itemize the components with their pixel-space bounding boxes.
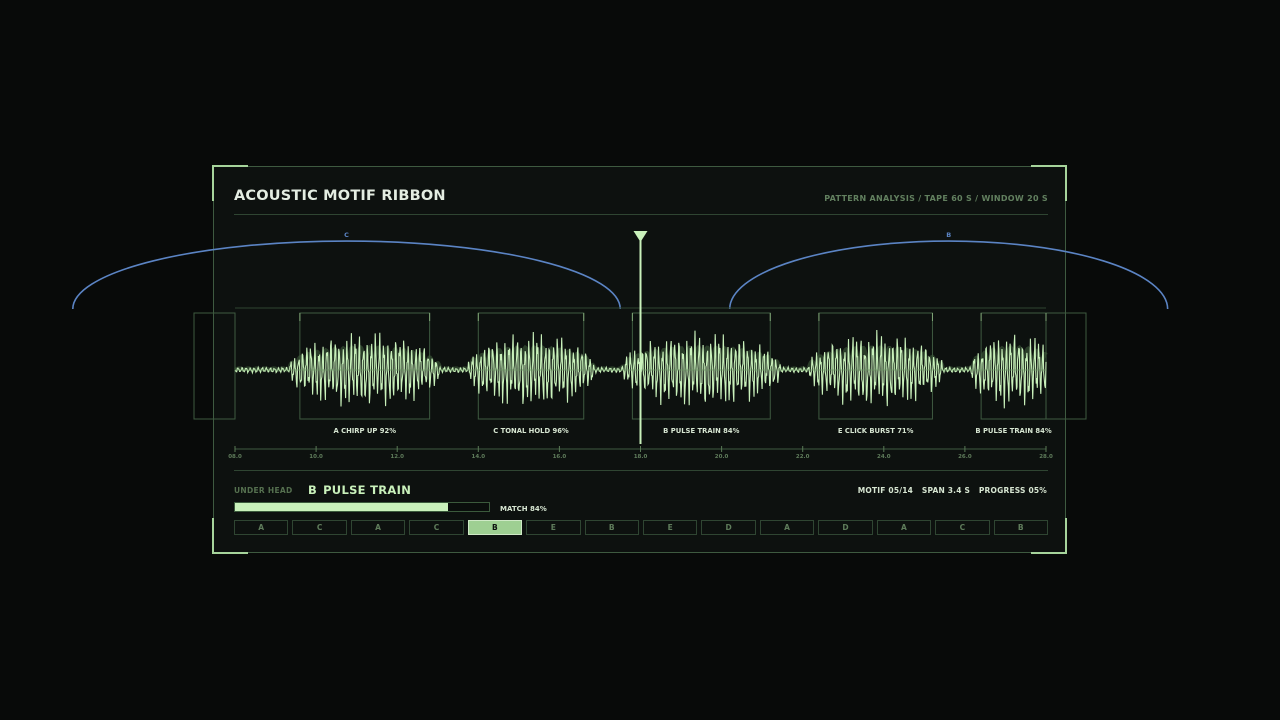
sequence-cell[interactable]: E	[526, 520, 581, 535]
axis-tick-label: 16.0	[553, 454, 567, 460]
motif-label: C TONAL HOLD 96%	[493, 427, 569, 435]
motif-labels-layer: A CHIRP UP 92% C TONAL HOLD 96% B PULSE TR…	[333, 427, 1051, 435]
sequence-cell[interactable]: A	[759, 520, 815, 535]
playhead-marker	[633, 231, 648, 242]
motif-progress: PROGRESS 05%	[978, 486, 1047, 495]
sequence-cell[interactable]: D	[818, 520, 873, 535]
status-readout: MOTIF 05/14 SPAN 3.4 S PROGRESS 05%	[852, 486, 1047, 495]
playhead[interactable]	[633, 231, 648, 444]
axis-tick-label: 14.0	[472, 454, 486, 460]
repeat-arc-label: B	[946, 231, 951, 239]
current-motif: B PULSE TRAIN	[308, 483, 417, 497]
axis-tick-label: 18.0	[634, 454, 648, 460]
sequence-cell[interactable]: A	[876, 520, 932, 535]
axis-tick-label: 26.0	[958, 454, 972, 460]
motif-label: A CHIRP UP 92%	[333, 427, 396, 435]
motif-span: SPAN 3.4 S	[921, 486, 971, 495]
motif-label: B PULSE TRAIN 84%	[663, 427, 739, 435]
motif-box-partial	[193, 312, 236, 420]
arcs-layer: CB	[72, 231, 1169, 310]
axis-tick-label: 20.0	[715, 454, 729, 460]
motif-sequence-strip: ACACBEBEDADACB	[234, 520, 1048, 536]
match-meter	[234, 502, 490, 512]
sequence-cell[interactable]: A	[350, 520, 406, 535]
axis-tick-label: 08.0	[228, 454, 242, 460]
motif-label: B PULSE TRAIN 84%	[975, 427, 1051, 435]
time-axis: 08.0 10.0 12.0 14.0 16.0 18.0 20.0 22.0 24.0 26.0…	[228, 446, 1053, 460]
motif-label: E CLICK BURST 71%	[838, 427, 914, 435]
repeat-arc	[728, 240, 1169, 310]
match-meter-fill	[235, 503, 449, 511]
axis-tick-label: 22.0	[796, 454, 810, 460]
axis-tick-label: 10.0	[309, 454, 323, 460]
repeat-arc-label: C	[344, 231, 349, 239]
sequence-cell[interactable]: B	[584, 520, 639, 535]
sequence-cell[interactable]: E	[643, 520, 698, 535]
sequence-cell[interactable]: B	[467, 520, 523, 535]
current-motif-id: B	[308, 483, 318, 497]
waveform-ribbon[interactable]: CB A CHIRP UP 92% C TONAL HOLD 96% B PULSE…	[0, 0, 1280, 720]
current-motif-name: PULSE TRAIN	[323, 483, 412, 497]
repeat-arc	[72, 240, 622, 310]
motif-box-partial	[1045, 312, 1087, 420]
sequence-cell[interactable]: C	[409, 520, 464, 535]
motif-count: MOTIF 05/14	[857, 486, 914, 495]
under-head-label: UNDER HEAD	[234, 486, 293, 495]
sequence-cell[interactable]: D	[701, 520, 756, 535]
sequence-cell[interactable]: A	[234, 520, 289, 535]
sequence-cell[interactable]: C	[292, 520, 347, 535]
axis-tick-label: 24.0	[877, 454, 891, 460]
status-divider	[234, 470, 1048, 471]
axis-tick-label: 12.0	[390, 454, 404, 460]
match-label: MATCH 84%	[500, 505, 547, 513]
sequence-cell[interactable]: B	[993, 520, 1048, 535]
axis-tick-label: 28.0	[1039, 454, 1053, 460]
sequence-cell[interactable]: C	[935, 520, 990, 535]
